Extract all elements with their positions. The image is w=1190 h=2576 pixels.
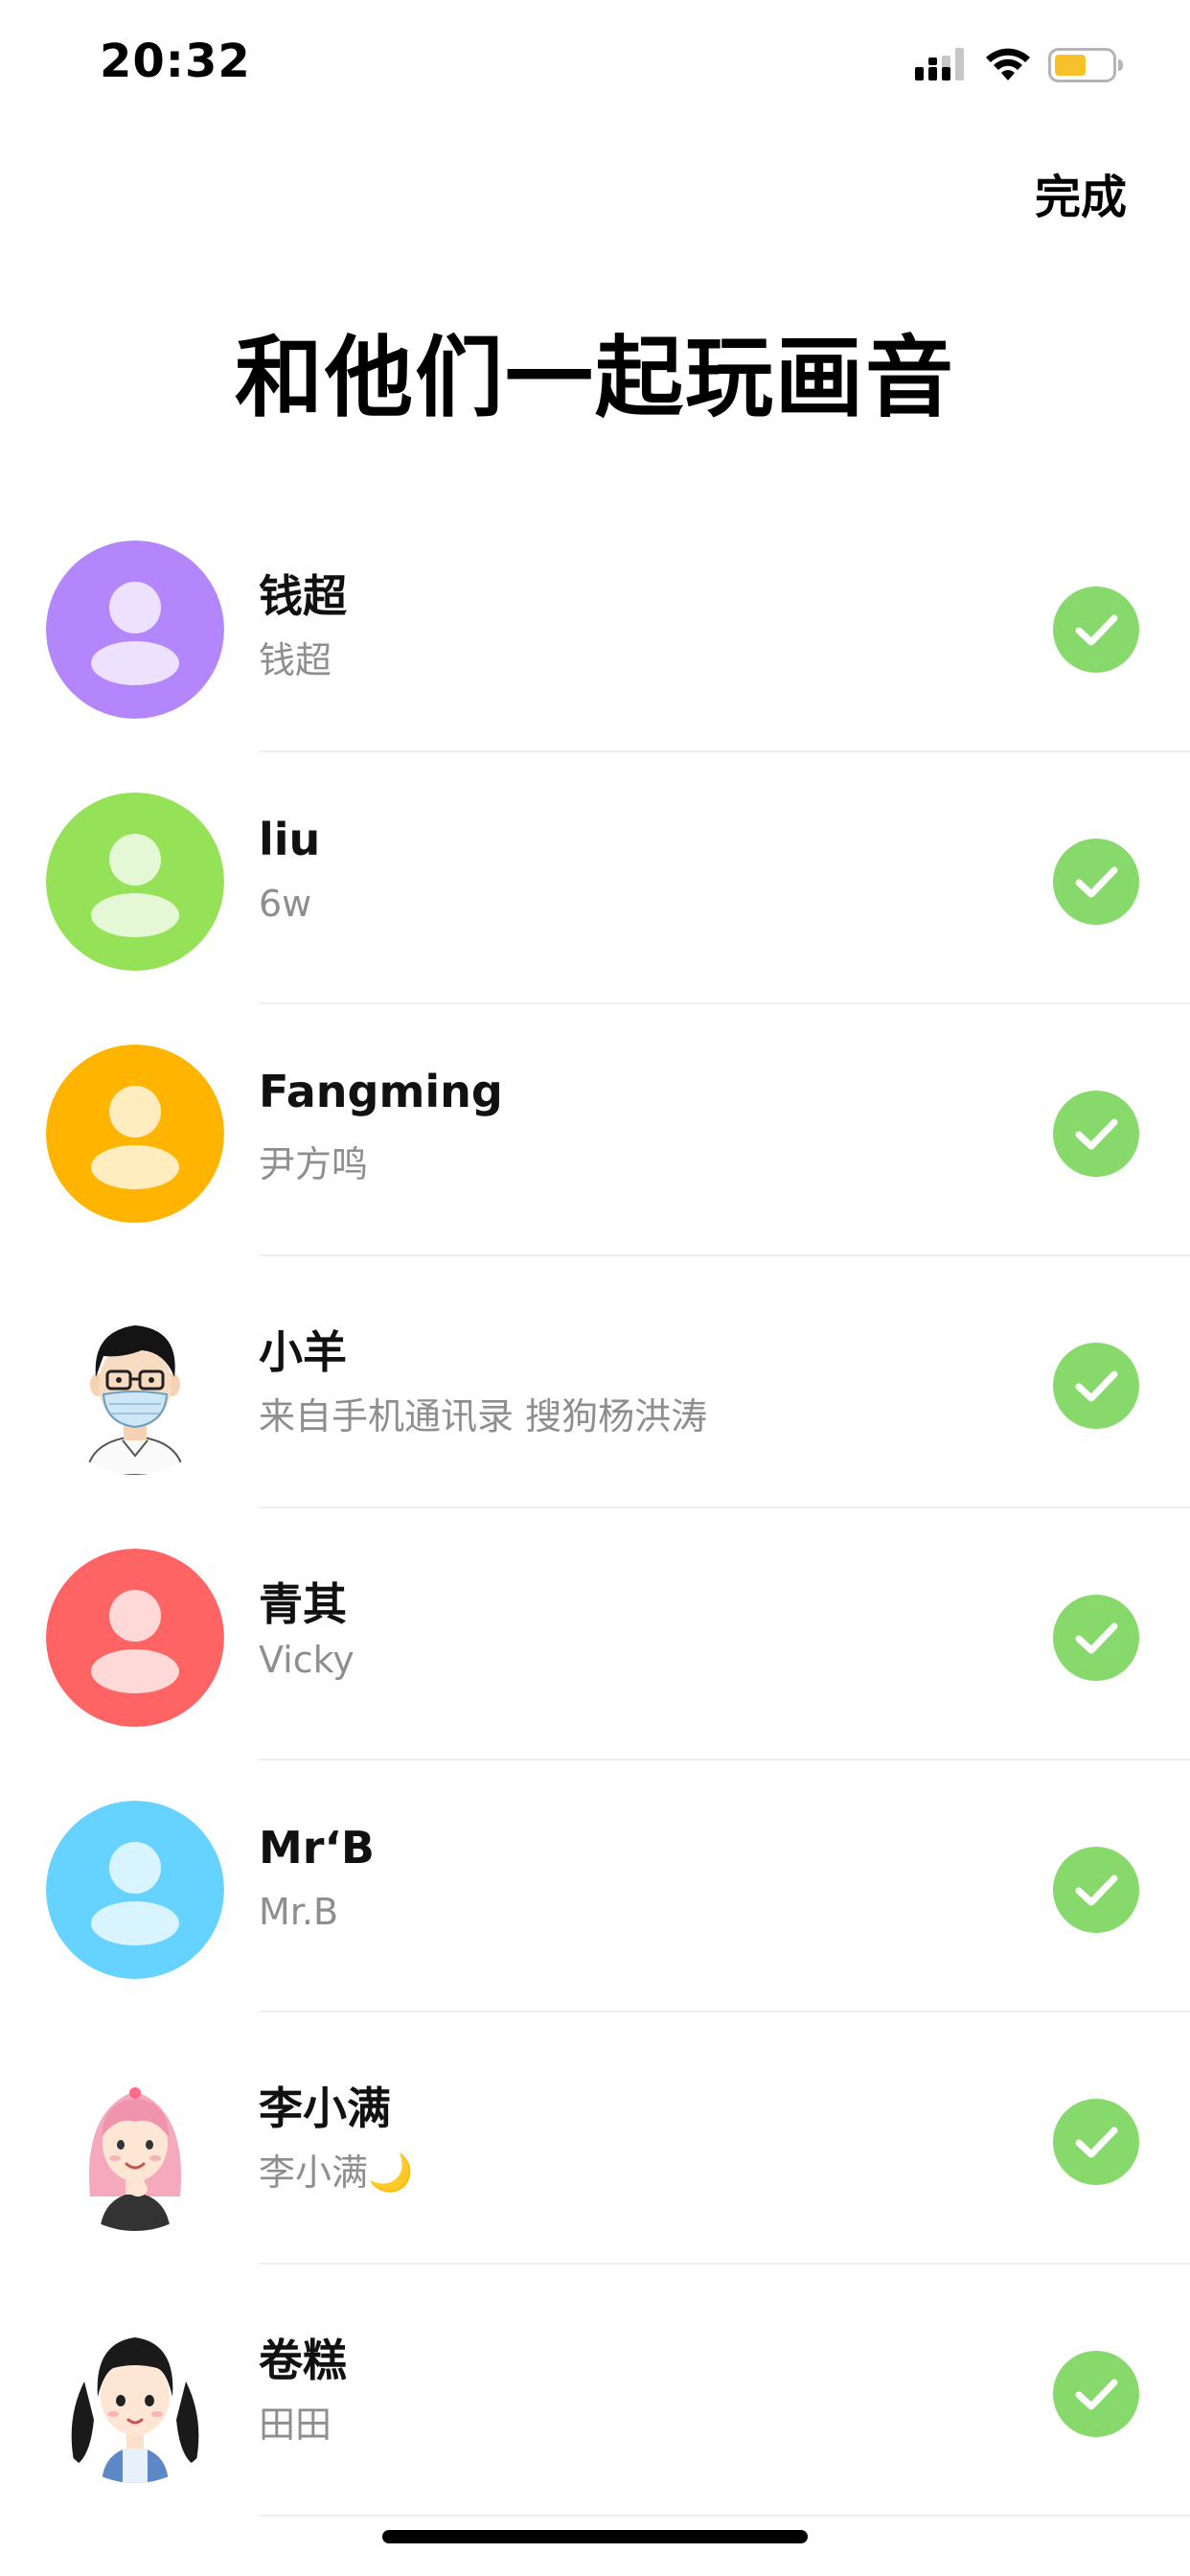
selected-check-button[interactable] <box>1053 839 1139 925</box>
default-avatar-icon <box>46 1801 224 1979</box>
selected-check-button[interactable] <box>1053 1847 1139 1933</box>
selected-check-button[interactable] <box>1053 1091 1139 1177</box>
contact-row[interactable]: 卷糕 田田 <box>0 2265 1190 2517</box>
selected-check-button[interactable] <box>1053 2099 1139 2185</box>
contact-list: 钱超 钱超 liu 6w Fangming 尹方鸣 小羊 来自手机通讯录 搜狗杨… <box>0 500 1190 2517</box>
contact-row[interactable]: 小羊 来自手机通讯录 搜狗杨洪涛 <box>0 1256 1190 1508</box>
wifi-icon <box>986 48 1030 80</box>
contact-subtitle: 尹方鸣 <box>259 1143 369 1185</box>
contact-row[interactable]: Fangming 尹方鸣 <box>0 1004 1190 1256</box>
default-avatar-icon <box>46 540 224 719</box>
contact-name: 卷糕 <box>259 2334 347 2386</box>
contact-subtitle: 钱超 <box>259 639 332 681</box>
contact-name: 小羊 <box>259 1326 347 1378</box>
cartoon-girl-pink-hair-avatar <box>46 2053 224 2231</box>
contact-row[interactable]: 青其 Vicky <box>0 1508 1190 1760</box>
checkmark-icon <box>1053 1343 1139 1429</box>
battery-icon <box>1048 48 1123 82</box>
contact-name: 钱超 <box>259 570 347 622</box>
selected-check-button[interactable] <box>1053 586 1139 673</box>
contact-subtitle: Vicky <box>259 1639 355 1681</box>
contact-subtitle: Mr.B <box>259 1891 339 1933</box>
page-title: 和他们一起玩画音 <box>234 327 955 429</box>
checkmark-icon <box>1053 1595 1139 1681</box>
contact-row[interactable]: Mr‘B Mr.B <box>0 1760 1190 2012</box>
default-avatar-icon <box>46 793 224 971</box>
selected-check-button[interactable] <box>1053 1343 1139 1429</box>
contact-subtitle: 6w <box>259 883 312 925</box>
cartoon-girl-pigtails-avatar <box>46 2305 224 2483</box>
home-indicator <box>382 2530 808 2543</box>
cartoon-boy-mask-avatar <box>46 1297 224 1475</box>
contact-subtitle: 李小满🌙 <box>259 2151 414 2194</box>
signal-icon <box>915 48 964 80</box>
selected-check-button[interactable] <box>1053 2351 1139 2437</box>
contact-row[interactable]: 李小满 李小满🌙 <box>0 2012 1190 2265</box>
contact-name: 青其 <box>259 1578 347 1630</box>
done-button[interactable]: 完成 <box>1035 159 1127 226</box>
default-avatar-icon <box>46 1549 224 1727</box>
checkmark-icon <box>1053 586 1139 673</box>
checkmark-icon <box>1053 1847 1139 1933</box>
contact-subtitle: 来自手机通讯录 搜狗杨洪涛 <box>259 1395 708 1438</box>
checkmark-icon <box>1053 1091 1139 1177</box>
checkmark-icon <box>1053 2099 1139 2185</box>
contact-name: Fangming <box>259 1066 503 1117</box>
divider <box>259 2515 1190 2517</box>
contact-name: liu <box>259 814 321 865</box>
app-screen: 20:32 完成 和他们一起玩画音 钱超 钱超 liu 6w Fangming … <box>0 0 1190 2576</box>
contact-row[interactable]: liu 6w <box>0 752 1190 1004</box>
default-avatar-icon <box>46 1045 224 1223</box>
contact-row[interactable]: 钱超 钱超 <box>0 500 1190 752</box>
checkmark-icon <box>1053 2351 1139 2437</box>
contact-name: Mr‘B <box>259 1822 375 1874</box>
status-time: 20:32 <box>100 34 251 88</box>
contact-name: 李小满 <box>259 2082 391 2134</box>
status-bar: 20:32 <box>0 0 1190 126</box>
selected-check-button[interactable] <box>1053 1595 1139 1681</box>
contact-subtitle: 田田 <box>259 2404 332 2446</box>
checkmark-icon <box>1053 839 1139 925</box>
